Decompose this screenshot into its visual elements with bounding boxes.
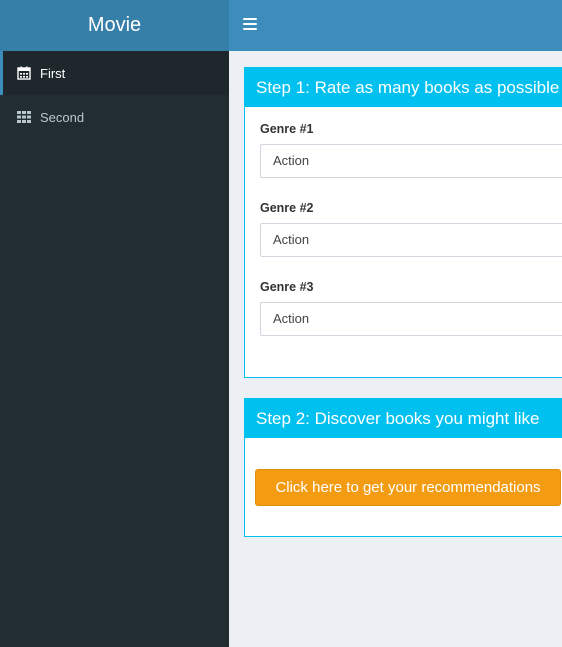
genre2-group: Genre #2 Action (260, 201, 562, 257)
app-logo[interactable]: Movie (0, 0, 229, 51)
sidebar: First Second (0, 51, 229, 647)
sidebar-item-label: Second (40, 109, 85, 125)
sidebar-item-first[interactable]: First (0, 51, 229, 95)
step1-box: Step 1: Rate as many books as possible G… (244, 67, 562, 378)
hamburger-icon[interactable] (243, 18, 257, 32)
genre2-select[interactable]: Action (260, 223, 562, 257)
genre3-select[interactable]: Action (260, 302, 562, 336)
genre3-group: Genre #3 Action (260, 280, 562, 336)
sidebar-item-label: First (40, 65, 66, 81)
genre2-label: Genre #2 (260, 201, 314, 215)
get-recommendations-button[interactable]: Click here to get your recommendations (255, 469, 561, 506)
genre1-select[interactable]: Action (260, 144, 562, 178)
sidebar-item-second[interactable]: Second (0, 95, 229, 139)
grid-icon (17, 110, 31, 124)
genre3-label: Genre #3 (260, 280, 314, 294)
calendar-icon (17, 66, 31, 80)
top-navbar (229, 0, 562, 51)
step1-title: Step 1: Rate as many books as possible (245, 68, 562, 107)
genre1-group: Genre #1 Action (260, 122, 562, 178)
genre1-label: Genre #1 (260, 122, 314, 136)
step2-title: Step 2: Discover books you might like (245, 399, 562, 438)
step2-box: Step 2: Discover books you might like Cl… (244, 398, 562, 537)
app-root: Movie First Second Step 1: Rate as many … (0, 0, 562, 647)
